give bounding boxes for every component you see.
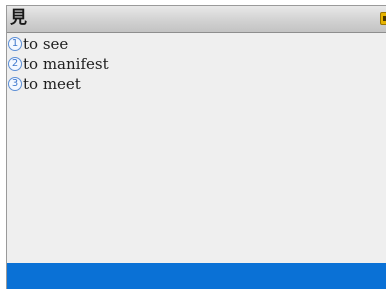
definition-text: to see: [23, 35, 69, 53]
definition-item[interactable]: 3 to meet: [7, 74, 386, 94]
footer-bar: [7, 263, 386, 289]
definition-item[interactable]: 1 to see: [7, 34, 386, 54]
definition-text: to meet: [23, 75, 81, 93]
entry-header: 見: [7, 6, 386, 33]
definition-list: 1 to see 2 to manifest 3 to meet: [7, 34, 386, 94]
number-badge-icon: 2: [8, 57, 22, 71]
yellow-badge-icon[interactable]: [380, 12, 386, 25]
definition-text: to manifest: [23, 55, 109, 73]
definition-item[interactable]: 2 to manifest: [7, 54, 386, 74]
number-badge-icon: 1: [8, 37, 22, 51]
entry-title: 見: [10, 8, 27, 28]
dictionary-window: 見 1 to see 2 to manifest 3 to meet: [6, 5, 386, 289]
number-badge-icon: 3: [8, 77, 22, 91]
